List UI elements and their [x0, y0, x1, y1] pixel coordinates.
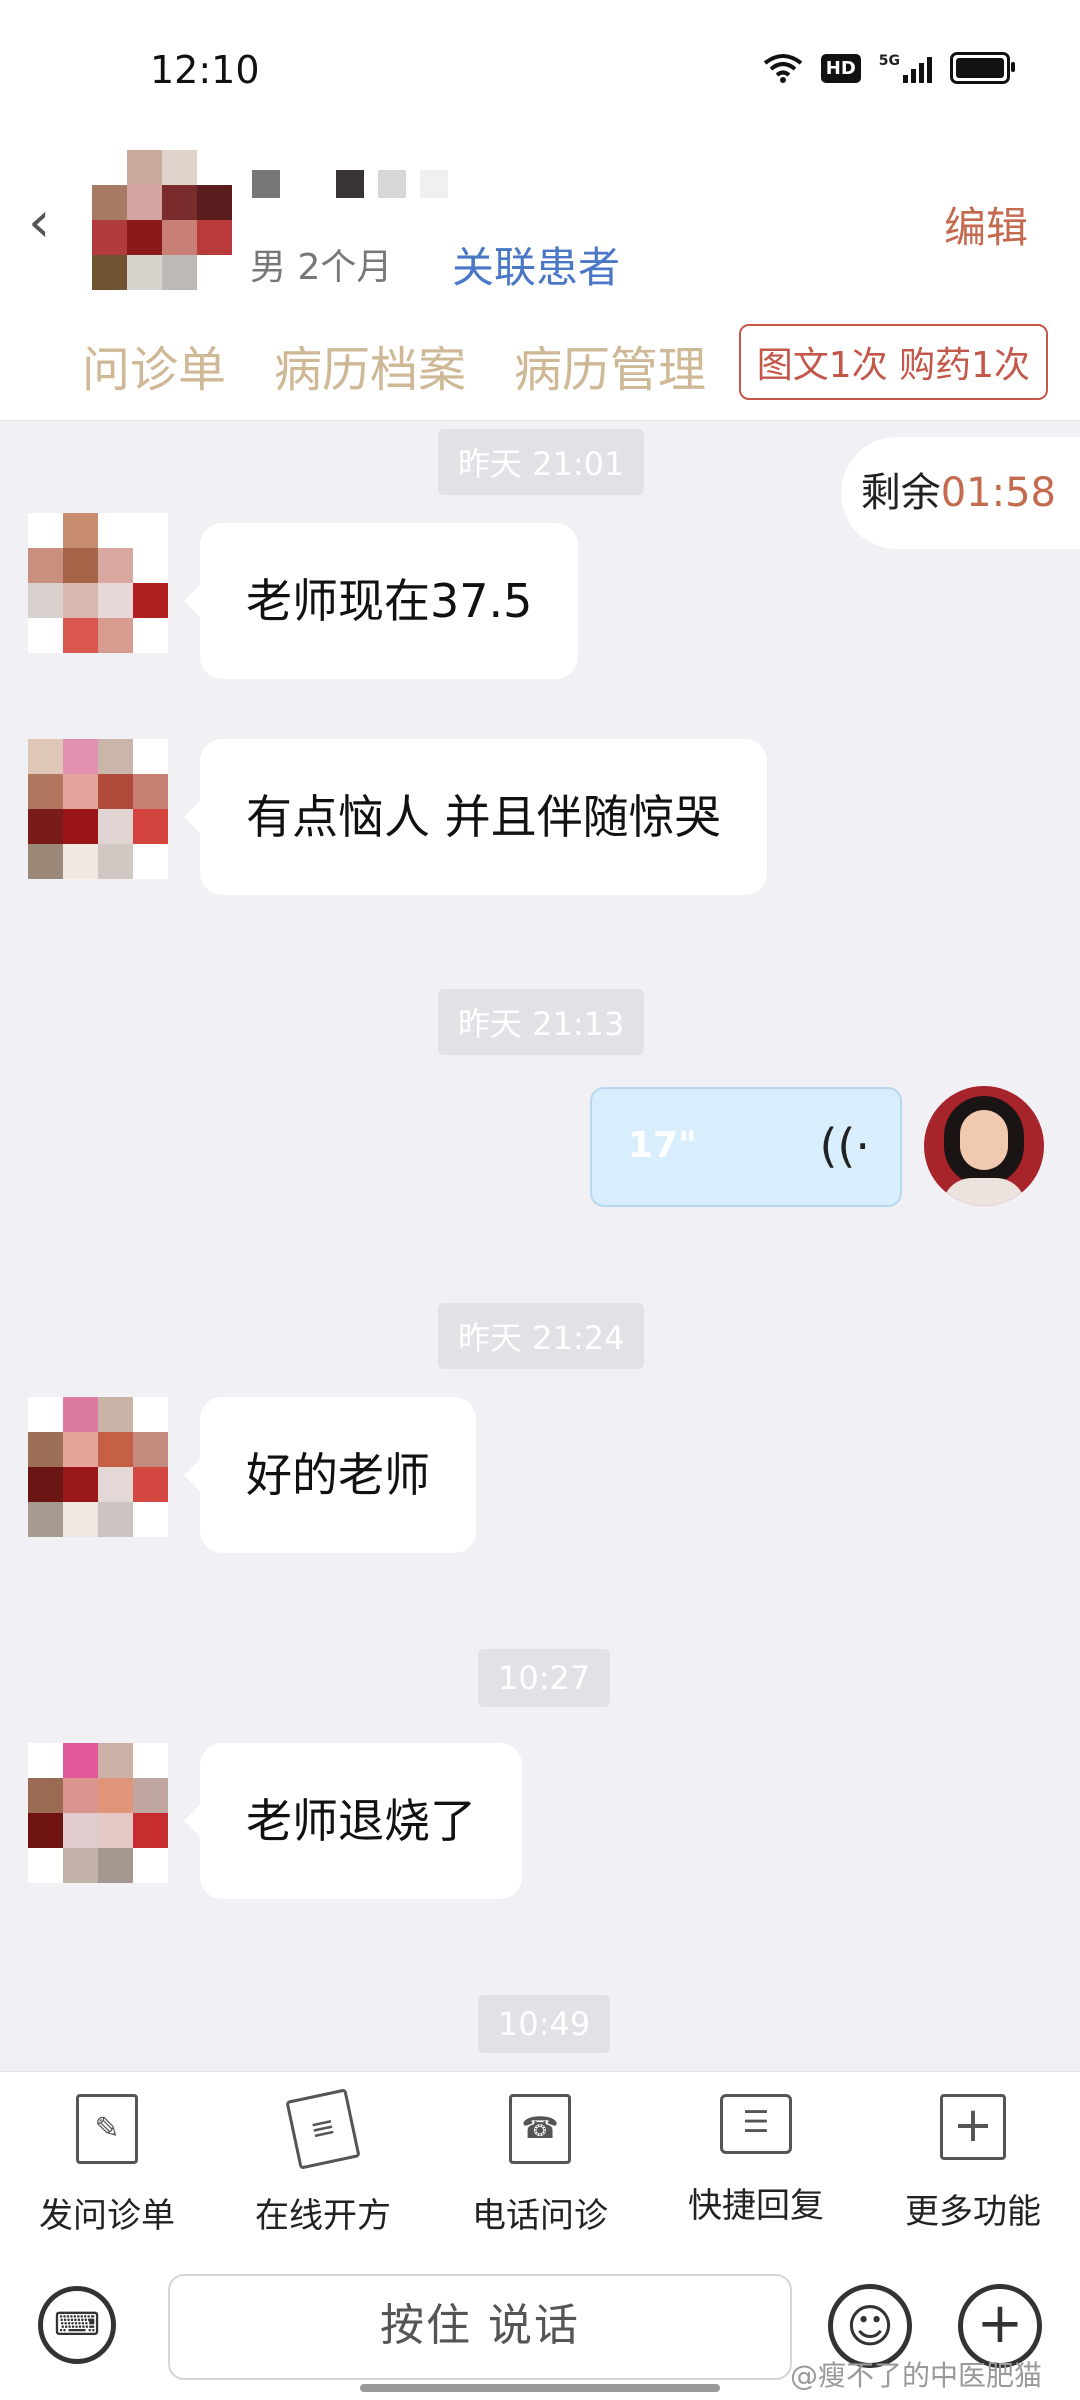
timestamp: 10:27 [478, 1649, 611, 1707]
patient-message-avatar[interactable] [28, 1743, 168, 1883]
service-quota-badge[interactable]: 图文1次 购药1次 [738, 324, 1048, 400]
tab-consult-form[interactable]: 问诊单 [82, 330, 226, 400]
voice-duration: 17" [628, 1125, 697, 1166]
message-bubble[interactable]: 老师现在37.5 [183, 523, 579, 679]
watermark: @瘦不了的中医肥猫 [789, 2359, 1042, 2392]
chat-header: ‹ 男 2个月 关联患者 编辑 问诊单 病历档案 病历管理 图文1次 购药1次 [0, 140, 1080, 421]
online-prescription-button[interactable]: ≡ 在线开方 [223, 2088, 423, 2237]
remaining-time-badge: 剩余01:58 [840, 437, 1080, 549]
chat-messages[interactable]: 昨天 21:01 剩余01:58 老师现在37.5 有点恼人 并且伴随惊哭 昨天… [0, 421, 1080, 2071]
plus-square-icon: + [940, 2094, 1006, 2160]
keyboard-icon[interactable]: ⌨ [38, 2286, 116, 2364]
wifi-icon [763, 54, 802, 83]
quick-reply-icon: ☰ [720, 2094, 792, 2154]
hold-to-talk-button[interactable]: 按住 说话 [168, 2274, 792, 2380]
status-icons: HD 5G [763, 52, 1015, 84]
more-functions-button[interactable]: + 更多功能 [873, 2094, 1073, 2233]
patient-avatar[interactable] [92, 150, 232, 290]
back-arrow-icon[interactable]: ‹ [28, 190, 50, 255]
patient-message-avatar[interactable] [28, 739, 168, 879]
tab-medical-records[interactable]: 病历管理 [514, 330, 706, 400]
timestamp: 昨天 21:13 [438, 989, 645, 1055]
voice-message[interactable]: 17" ((· [590, 1087, 902, 1207]
header-tabs: 问诊单 病历档案 病历管理 [82, 330, 706, 400]
patient-message-avatar[interactable] [28, 1397, 168, 1537]
phone-icon: ☎ [509, 2094, 571, 2164]
voice-wave-icon: ((· [819, 1119, 870, 1173]
remaining-time: 01:58 [940, 470, 1056, 516]
message-bubble[interactable]: 好的老师 [184, 1397, 476, 1553]
status-time: 12:10 [150, 48, 260, 92]
quick-reply-button[interactable]: ☰ 快捷回复 [656, 2094, 856, 2227]
send-consult-form-button[interactable]: ✎ 发问诊单 [7, 2094, 207, 2237]
link-patient-link[interactable]: 关联患者 [452, 234, 620, 295]
remaining-label: 剩余 [860, 470, 941, 516]
patient-message-avatar[interactable] [28, 513, 168, 653]
home-indicator [360, 2384, 720, 2392]
form-edit-icon: ✎ [76, 2094, 138, 2164]
prescription-icon: ≡ [285, 2088, 361, 2170]
battery-icon [950, 52, 1015, 84]
timestamp: 昨天 21:01 [438, 429, 645, 495]
edit-button[interactable]: 编辑 [944, 194, 1028, 255]
patient-info: 男 2个月 [250, 247, 393, 288]
doctor-avatar[interactable] [924, 1086, 1044, 1206]
tab-medical-archive[interactable]: 病历档案 [274, 330, 466, 400]
quick-action-toolbar: ✎ 发问诊单 ≡ 在线开方 ☎ 电话问诊 ☰ 快捷回复 + 更多功能 [0, 2071, 1080, 2253]
message-bubble[interactable]: 有点恼人 并且伴随惊哭 [184, 739, 767, 895]
patient-name-redacted [252, 170, 448, 198]
message-bubble[interactable]: 老师退烧了 [184, 1743, 522, 1899]
signal-icon: 5G [879, 53, 932, 83]
status-bar: 12:10 HD 5G [0, 0, 1080, 140]
timestamp: 昨天 21:24 [438, 1303, 645, 1369]
timestamp: 10:49 [478, 1995, 611, 2053]
hd-icon: HD [820, 53, 861, 83]
phone-consult-button[interactable]: ☎ 电话问诊 [440, 2094, 640, 2237]
